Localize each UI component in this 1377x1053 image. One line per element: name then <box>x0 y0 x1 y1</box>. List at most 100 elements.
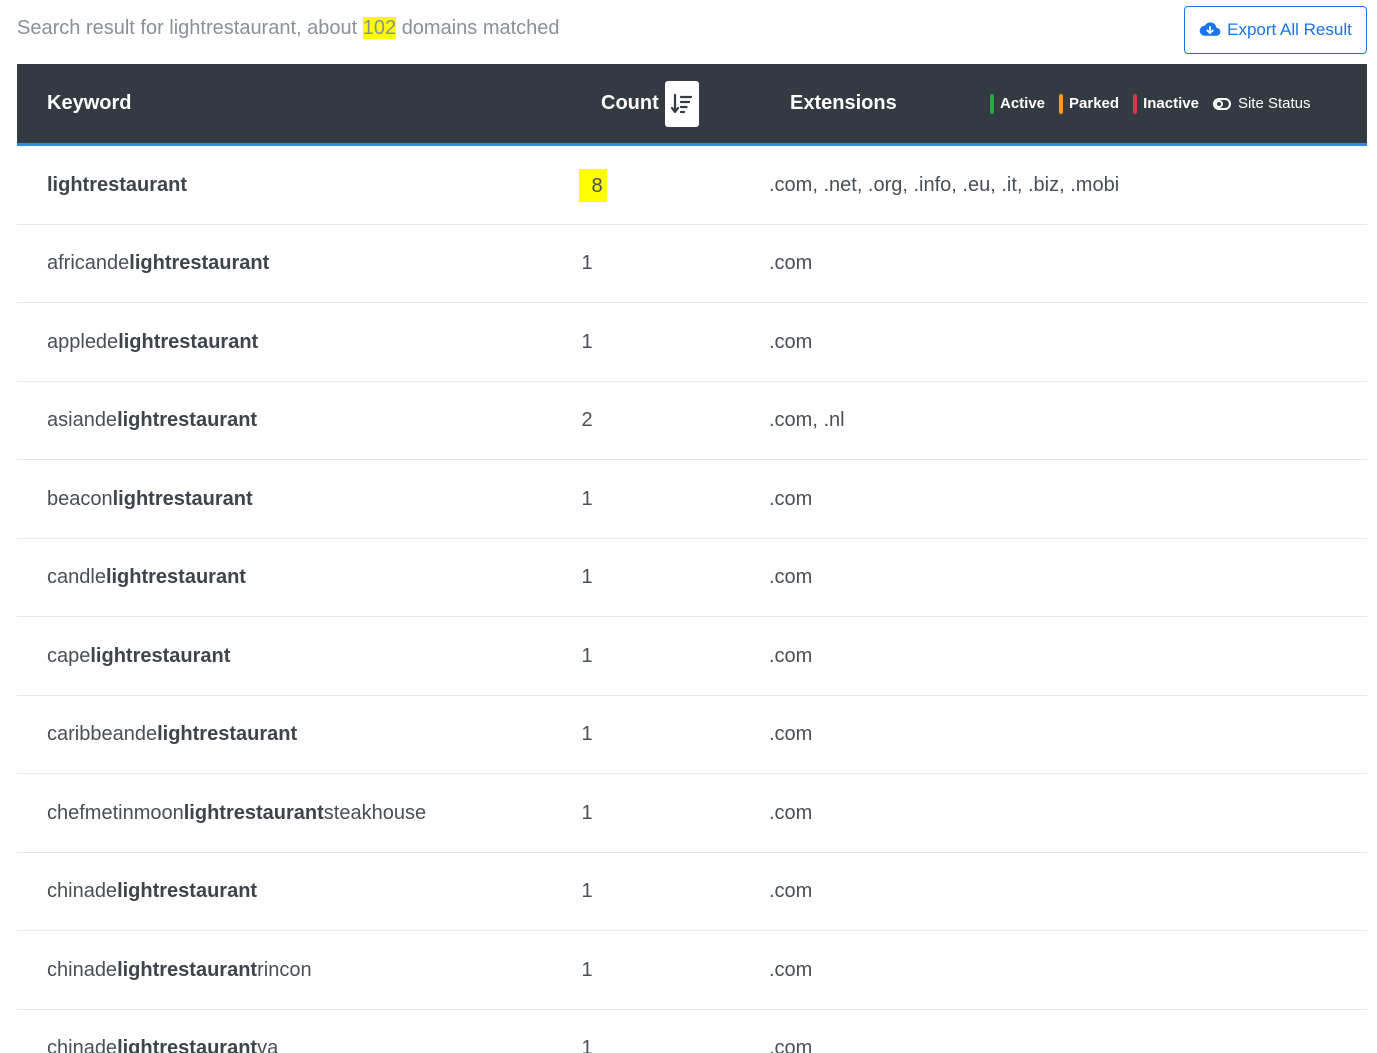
table-row[interactable]: africande lightrestaurant 1 .com <box>17 225 1367 303</box>
extensions-cell: .com, .nl <box>769 409 845 431</box>
keyword-match: lightrestaurant <box>129 252 270 274</box>
table-row[interactable]: chinade lightrestaurant rincon 1 .com <box>17 931 1367 1010</box>
inactive-status-marker <box>1133 93 1138 114</box>
table-row[interactable]: asiande lightrestaurant 2 .com, .nl <box>17 382 1367 460</box>
keyword-cell: asiande lightrestaurant <box>47 382 257 460</box>
extensions-cell: .com <box>769 644 813 667</box>
keyword-prefix: cape <box>47 644 91 667</box>
sort-button[interactable] <box>664 80 699 127</box>
count-cell: 1 <box>581 958 593 981</box>
keyword-match: lightrestaurant <box>117 409 258 431</box>
count-value: 8 <box>579 168 607 202</box>
count-cell: 1 <box>581 566 593 588</box>
table-header: Keyword Count Extensions Active Parked I… <box>17 64 1367 146</box>
keyword-suffix: rincon <box>257 958 312 981</box>
legend-inactive-label: Inactive <box>1143 95 1199 112</box>
legend-active-label: Active <box>1000 95 1046 112</box>
keyword-cell: chefmetinmoon lightrestaurant steakhouse <box>47 774 426 852</box>
table-row[interactable]: applede lightrestaurant 1 .com <box>17 303 1367 382</box>
keyword-cell: chinade lightrestaurant rincon <box>47 931 312 1009</box>
keyword-match: lightrestaurant <box>90 644 231 667</box>
keyword-prefix: chinade <box>47 880 118 902</box>
extensions-cell: .com <box>769 330 813 353</box>
count-cell: 1 <box>581 644 593 667</box>
extensions-cell: .com <box>769 723 813 745</box>
table-row[interactable]: chinade lightrestaurant 1 .com <box>17 853 1367 931</box>
count-cell: 1 <box>581 252 593 274</box>
keyword-cell: lightrestaurant <box>47 146 187 224</box>
keyword-prefix: candle <box>47 566 106 588</box>
cloud-download-icon <box>1199 22 1221 36</box>
keyword-prefix: chinade <box>47 1037 118 1053</box>
keyword-match: lightrestaurant <box>105 566 246 588</box>
sort-descending-icon <box>670 93 692 113</box>
extensions-cell: .com <box>769 252 813 274</box>
summary-count: 102 <box>362 17 397 39</box>
site-status-label: Site Status <box>1237 95 1311 112</box>
count-cell: 8 <box>557 146 617 224</box>
keyword-prefix: asiande <box>47 409 118 431</box>
table-row[interactable]: chefmetinmoon lightrestaurant steakhouse 1… <box>17 774 1367 853</box>
keyword-prefix: chinade <box>47 958 118 981</box>
keyword-prefix: africande <box>47 252 130 274</box>
extensions-header: Extensions <box>790 92 897 114</box>
keyword-suffix: steakhouse <box>323 801 427 824</box>
keyword-match: lightrestaurant <box>112 487 253 510</box>
extensions-cell: .com, .net, .org, .info, .eu, .it, .biz,… <box>769 173 1120 196</box>
count-cell: 1 <box>581 330 593 353</box>
count-header-label: Count <box>601 92 659 114</box>
results-summary: Search result for lightrestaurant, about… <box>17 17 560 40</box>
extensions-cell: .com <box>769 801 813 824</box>
table-row[interactable]: chinade lightrestaurant va 1 .com <box>17 1010 1367 1053</box>
count-cell: 1 <box>581 801 593 824</box>
summary-suffix: domains matched <box>401 17 560 39</box>
keyword-prefix: beacon <box>47 487 113 510</box>
keyword-cell: chinade lightrestaurant <box>47 853 257 931</box>
keyword-cell: cape lightrestaurant <box>47 617 230 695</box>
table-row[interactable]: cape lightrestaurant 1 .com <box>17 617 1367 696</box>
site-status-toggle[interactable]: Site Status <box>1212 95 1311 112</box>
keyword-match: lightrestaurant <box>117 880 258 902</box>
keyword-cell: caribbeande lightrestaurant <box>47 696 297 774</box>
keyword-match: lightrestaurant <box>47 173 188 196</box>
extensions-cell: .com <box>769 958 813 981</box>
legend-active: Active <box>990 93 1046 114</box>
toggle-icon <box>1212 97 1231 110</box>
parked-status-marker <box>1059 93 1064 114</box>
table-body: lightrestaurant 8 .com, .net, .org, .inf… <box>17 146 1367 1053</box>
summary-prefix: Search result for lightrestaurant, about <box>17 17 363 39</box>
keyword-prefix: applede <box>47 330 119 353</box>
active-status-marker <box>990 93 994 114</box>
results-toolbar: Search result for lightrestaurant, about… <box>0 0 1377 64</box>
keyword-cell: africande lightrestaurant <box>47 225 269 303</box>
extensions-cell: .com <box>769 1037 813 1053</box>
count-cell: 1 <box>581 487 593 510</box>
count-header: Count <box>601 64 699 143</box>
table-row[interactable]: lightrestaurant 8 .com, .net, .org, .inf… <box>17 146 1367 225</box>
legend-parked: Parked <box>1059 93 1120 114</box>
export-all-label: Export All Result <box>1227 20 1352 39</box>
extensions-cell: .com <box>769 487 813 510</box>
count-cell: 1 <box>581 723 593 745</box>
keyword-match: lightrestaurant <box>157 723 298 745</box>
table-row[interactable]: candle lightrestaurant 1 .com <box>17 539 1367 617</box>
keyword-cell: candle lightrestaurant <box>47 539 246 617</box>
table-row[interactable]: caribbeande lightrestaurant 1 .com <box>17 696 1367 774</box>
legend-parked-label: Parked <box>1069 95 1120 112</box>
keyword-header: Keyword <box>47 92 132 114</box>
keyword-cell: chinade lightrestaurant va <box>47 1010 278 1053</box>
table-row[interactable]: beacon lightrestaurant 1 .com <box>17 460 1367 539</box>
keyword-cell: beacon lightrestaurant <box>47 460 253 538</box>
keyword-match: lightrestaurant <box>118 330 259 353</box>
count-cell: 1 <box>581 1037 593 1053</box>
count-cell: 1 <box>581 880 593 902</box>
results-table: Keyword Count Extensions Active Parked I… <box>17 64 1367 1053</box>
keyword-cell: applede lightrestaurant <box>47 303 258 381</box>
status-legend: Active Parked Inactive Site Status <box>990 64 1311 143</box>
count-cell: 2 <box>581 409 593 431</box>
extensions-cell: .com <box>769 566 813 588</box>
keyword-match: lightrestaurant <box>117 1037 258 1053</box>
keyword-match: lightrestaurant <box>117 958 258 981</box>
keyword-prefix: caribbeande <box>47 723 158 745</box>
export-all-button[interactable]: Export All Result <box>1184 6 1367 54</box>
